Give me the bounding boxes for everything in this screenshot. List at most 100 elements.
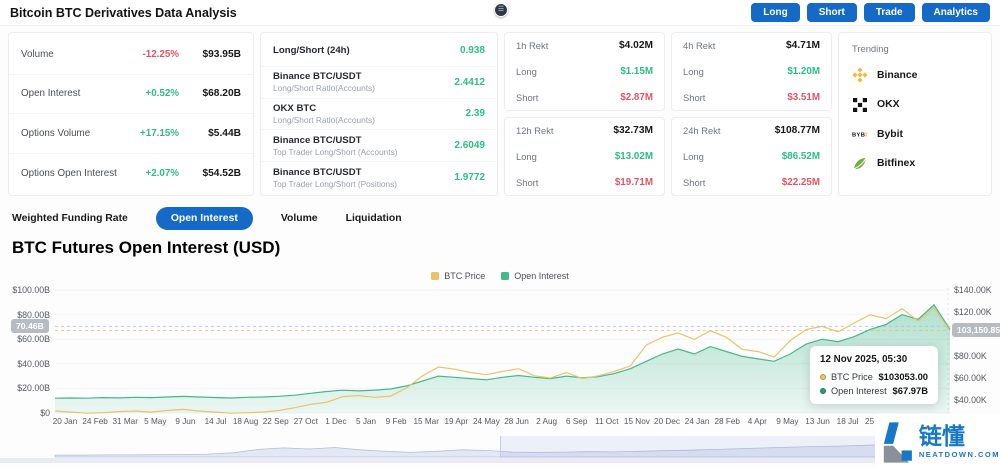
metric-value: $5.44B: [208, 127, 241, 139]
rekt-short-value: $22.25M: [781, 177, 820, 188]
rekt-period-label: 24h Rekt: [683, 125, 721, 136]
ratio-subtitle: Top Trader Long/Short (Positions): [273, 178, 398, 189]
tooltip-series-value: $67.97B: [892, 385, 928, 396]
x-axis-tick: 9 Jun: [175, 417, 196, 426]
rekt-total-value: $4.02M: [619, 40, 653, 51]
rekt-header-row: 12h Rekt $32.73M: [516, 125, 653, 136]
ratio-name-wrap: Binance BTC/USDT Long/Short Ratio(Account…: [273, 71, 454, 93]
watermark: 链懂 NEATDOWN.COM: [875, 414, 1000, 469]
tab-weighted-funding-rate[interactable]: Weighted Funding Rate: [12, 213, 128, 224]
x-axis-tick: 24 Jan: [684, 417, 710, 426]
x-axis-tick: 6 Sep: [565, 417, 588, 426]
rekt-short-row: Short $2.87M: [516, 92, 653, 103]
x-axis-tick: 20 Dec: [654, 417, 680, 426]
metric-value: $54.52B: [202, 167, 241, 179]
right-axis-tick: $120.00K: [954, 307, 992, 317]
legend-swatch-icon: [501, 272, 510, 280]
x-axis-tick: 5 May: [144, 417, 167, 426]
chart-legend: BTC Price Open Interest: [0, 271, 1000, 281]
metric-row: Options Open Interest +2.07% $54.52B: [9, 154, 253, 194]
tooltip-rows: BTC Price $103053.00 Open Interest $67.97B: [820, 371, 928, 396]
right-axis-tick: $60.00K: [954, 373, 987, 383]
rekt-short-value: $3.51M: [787, 92, 820, 103]
ratio-value: 2.39: [465, 108, 485, 120]
metric-change: +2.07%: [145, 167, 180, 179]
tab-liquidation[interactable]: Liquidation: [346, 213, 402, 224]
rekt-total-value: $108.77M: [774, 125, 820, 136]
ratio-name: Binance BTC/USDT: [273, 134, 362, 146]
analytics-button[interactable]: Analytics: [921, 3, 990, 22]
ratio-row: Binance BTC/USDT Long/Short Ratio(Account…: [261, 67, 497, 99]
ratio-value: 2.4412: [454, 76, 485, 88]
rekt-short-label: Short: [516, 92, 539, 103]
x-axis-tick: 13 Jun: [805, 417, 830, 426]
stats-section: Volume -12.25% $93.95B Open Interest +0.52% $…: [8, 32, 992, 196]
metric-row: Volume -12.25% $93.95B: [9, 35, 253, 75]
legend-label: BTC Price: [444, 271, 486, 281]
x-axis-tick: 19 Apr: [444, 417, 469, 426]
short-button[interactable]: Short: [806, 3, 857, 22]
rekt-long-row: Long $86.52M: [683, 151, 820, 162]
ratio-name-wrap: Long/Short (24h): [273, 45, 460, 56]
rekt-card: 4h Rekt $4.71M Long $1.20M Short $3.51M: [671, 32, 832, 111]
trending-item-bitfinex[interactable]: Bitfinex: [852, 156, 978, 172]
rekt-period-label: 12h Rekt: [516, 125, 554, 136]
trending-item-binance[interactable]: Binance: [852, 67, 978, 83]
page-title: Bitcoin BTC Derivatives Data Analysis: [10, 5, 237, 20]
long-button[interactable]: Long: [751, 3, 800, 22]
chart-tabs: Weighted Funding Rate Open Interest Volume…: [12, 205, 402, 231]
x-axis-tick: 2 Aug: [536, 417, 558, 426]
tab-open-interest[interactable]: Open Interest: [155, 206, 253, 230]
right-axis-tick: $80.00K: [954, 351, 987, 361]
x-axis-tick: 24 May: [472, 417, 500, 426]
x-axis-tick: 9 May: [776, 417, 799, 426]
rekt-short-value: $19.71M: [614, 177, 653, 188]
x-axis-tick: 27 Oct: [293, 417, 318, 426]
tab-volume[interactable]: Volume: [281, 213, 318, 224]
left-axis-tick: $100.00B: [12, 285, 50, 295]
rekt-total-value: $32.73M: [613, 125, 653, 136]
rekt-short-row: Short $19.71M: [516, 177, 653, 188]
x-axis-tick: 18 Aug: [232, 417, 259, 426]
x-axis-tick: 20 Jan: [52, 417, 78, 426]
legend-item-btc-price[interactable]: BTC Price: [431, 271, 485, 281]
trade-button[interactable]: Trade: [863, 3, 915, 22]
rekt-long-label: Long: [516, 151, 537, 162]
metric-row: Options Volume +17.15% $5.44B: [9, 114, 253, 154]
ratio-row: Long/Short (24h) 0.938: [261, 35, 497, 67]
trending-item-bybit[interactable]: BYBIT Bybit: [852, 126, 978, 142]
left-axis-tick: $40.00B: [17, 358, 50, 369]
legend-label: Open Interest: [514, 271, 569, 281]
chart-navigator[interactable]: [0, 436, 1000, 458]
navigator-handle-icon[interactable]: ☰: [494, 3, 508, 17]
ratio-row: OKX BTC Long/Short Ratio(Accounts) 2.39: [261, 99, 497, 131]
left-axis-tick: $20.00B: [17, 383, 50, 394]
x-axis-tick: 11 Oct: [595, 417, 619, 426]
trending-item-label: Binance: [877, 69, 918, 81]
ratio-name-wrap: Binance BTC/USDT Top Trader Long/Short (P…: [273, 167, 454, 189]
navigator-track[interactable]: [0, 458, 1000, 463]
rekt-long-value: $1.20M: [787, 66, 820, 77]
okx-icon: [852, 97, 868, 113]
left-axis-tick: $60.00B: [17, 334, 50, 345]
long-short-ratios-card: Long/Short (24h) 0.938 Binance BTC/USDT Lon…: [260, 32, 498, 196]
trending-item-okx[interactable]: OKX: [852, 97, 978, 113]
trending-title: Trending: [852, 43, 889, 54]
metric-label: Volume: [21, 48, 54, 60]
x-axis-tick: 1 Dec: [325, 417, 347, 426]
rekt-short-label: Short: [683, 177, 706, 188]
metric-label: Options Open Interest: [21, 167, 117, 179]
ratio-name: OKX BTC: [273, 102, 317, 114]
rekt-period-label: 4h Rekt: [683, 40, 716, 51]
tooltip-series-dot-icon: [820, 387, 826, 394]
rekt-card: 24h Rekt $108.77M Long $86.52M Short $22.25M: [671, 117, 832, 196]
rekt-short-row: Short $3.51M: [683, 92, 820, 103]
trending-item-label: OKX: [877, 99, 900, 111]
ratio-name-wrap: Binance BTC/USDT Top Trader Long/Short (A…: [273, 135, 454, 157]
legend-item-open-interest[interactable]: Open Interest: [501, 271, 569, 281]
bitfinex-icon: [852, 156, 868, 172]
trending-item-label: Bybit: [877, 128, 903, 140]
ratio-name: Binance BTC/USDT: [273, 166, 362, 178]
x-axis-tick: 28 Jun: [504, 417, 529, 426]
rekt-short-label: Short: [516, 177, 539, 188]
